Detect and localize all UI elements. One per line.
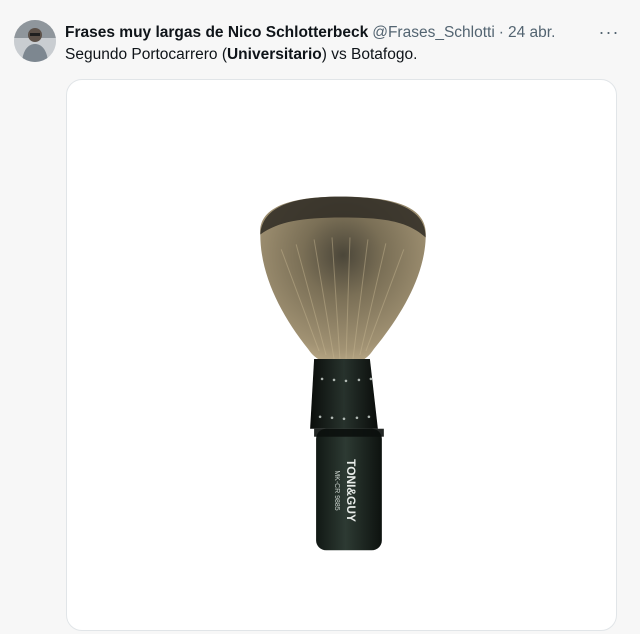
tweet-media[interactable]: TONI&GUY MK-CR 9885 [66, 79, 617, 631]
brush-model-text: MK-CR 9885 [333, 470, 340, 510]
tweet-text-part1: Segundo Portocarrero ( [65, 46, 227, 63]
more-options-button[interactable]: ··· [596, 20, 622, 44]
avatar-image [14, 20, 56, 62]
avatar[interactable] [14, 20, 56, 62]
tweet-text-bold: Universitario [226, 46, 322, 63]
author-handle[interactable]: @Frases_Schlotti [372, 23, 495, 43]
makeup-brush-image: TONI&GUY MK-CR 9885 [260, 196, 426, 551]
tweet-text-part2: ) vs Botafogo. [321, 46, 418, 63]
author-display-name[interactable]: Frases muy largas de Nico Schlotterbeck [65, 23, 368, 43]
brush-brand-text: TONI&GUY [344, 459, 358, 522]
tweet-header: Frases muy largas de Nico Schlotterbeck … [65, 22, 565, 44]
tweet-date[interactable]: 24 abr. [508, 23, 555, 43]
more-icon: ··· [598, 21, 620, 42]
tweet-text: Segundo Portocarrero (Universitario) vs … [65, 44, 605, 66]
tweet-card[interactable]: Frases muy largas de Nico Schlotterbeck … [0, 0, 640, 634]
header-separator: · [498, 24, 504, 41]
